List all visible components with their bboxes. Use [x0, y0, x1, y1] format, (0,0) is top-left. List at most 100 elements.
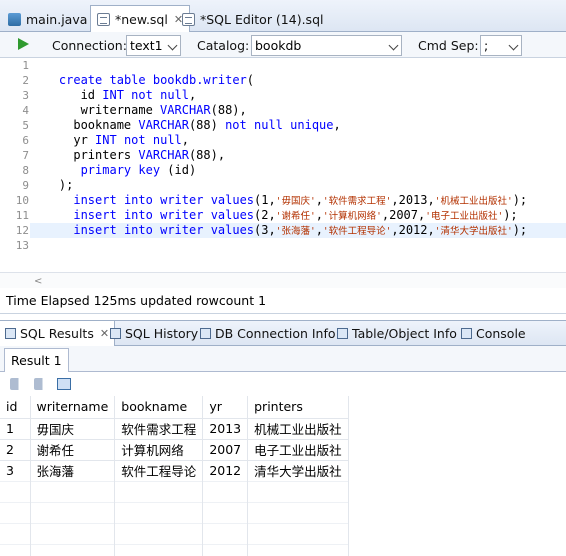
editor-tab-bar: main.java *new.sql ✕ *SQL Editor (14).sq…: [0, 0, 566, 33]
view-tab-bar: SQL Results ✕ SQL History DB Connection …: [0, 320, 566, 346]
connection-label: Connection:: [52, 38, 127, 53]
tab-label: DB Connection Info: [215, 326, 336, 341]
cmd-sep-value: ;: [484, 38, 489, 53]
horizontal-scrollbar[interactable]: <: [0, 272, 566, 288]
tab-db-connection-info[interactable]: DB Connection Info: [195, 321, 341, 346]
console-icon: [461, 328, 472, 339]
table-cell[interactable]: 计算机网络: [114, 438, 204, 460]
line-number: 1: [22, 59, 29, 72]
run-icon[interactable]: [18, 38, 29, 50]
catalog-value: bookdb: [255, 38, 302, 53]
chevron-down-icon: [167, 40, 178, 51]
line-number: 11: [15, 209, 29, 222]
line-gutter: 1 2 3 4 5 6 7 8 9 10 11 12 13: [0, 58, 30, 272]
sql-file-icon: [182, 12, 195, 26]
connection-value: text1: [130, 38, 163, 53]
tab-label: *new.sql: [115, 12, 168, 27]
code-line[interactable]: create table bookdb.writer(: [30, 73, 566, 88]
import-icon[interactable]: [34, 378, 48, 390]
table-cell[interactable]: 毋国庆: [30, 417, 116, 439]
code-line[interactable]: [30, 58, 566, 73]
line-number: 3: [22, 89, 29, 102]
line-number: 4: [22, 104, 29, 117]
cmd-sep-select[interactable]: ;: [480, 35, 522, 56]
line-number: 8: [22, 164, 29, 177]
table-row[interactable]: 2 谢希任 计算机网络 2007 电子工业出版社: [0, 438, 349, 460]
chevron-left-icon[interactable]: <: [34, 276, 42, 287]
table-cell[interactable]: 1: [0, 417, 31, 439]
code-line[interactable]: printers VARCHAR(88),: [30, 148, 566, 163]
code-line[interactable]: id INT not null,: [30, 88, 566, 103]
sql-file-icon: [97, 13, 110, 26]
table-cell[interactable]: 机械工业出版社: [247, 417, 349, 439]
connection-select[interactable]: text1: [126, 35, 181, 56]
table-cell[interactable]: 清华大学出版社: [247, 459, 349, 481]
code-line[interactable]: primary key (id): [30, 163, 566, 178]
column-header[interactable]: id: [0, 396, 31, 418]
tab-label: Console: [476, 326, 526, 341]
code-line[interactable]: writername VARCHAR(88),: [30, 103, 566, 118]
table-cell[interactable]: 张海藩: [30, 459, 116, 481]
column-header[interactable]: bookname: [114, 396, 204, 418]
table-cell[interactable]: 2013: [202, 417, 249, 439]
status-message: Time Elapsed 125ms updated rowcount 1: [0, 288, 566, 314]
chevron-down-icon: [508, 40, 519, 51]
table-cell[interactable]: 软件工程导论: [114, 459, 204, 481]
tab-label: Table/Object Info: [352, 326, 457, 341]
empty-row: [0, 480, 349, 502]
table-cell[interactable]: 软件需求工程: [114, 417, 204, 439]
line-number: 10: [15, 194, 29, 207]
code-line[interactable]: insert into writer values(3,'张海藩','软件工程导…: [30, 223, 566, 238]
table-row[interactable]: 1 毋国庆 软件需求工程 2013 机械工业出版社: [0, 417, 349, 439]
empty-row: [0, 543, 349, 556]
sql-history-icon: [110, 328, 121, 339]
table-row[interactable]: 3 张海藩 软件工程导论 2012 清华大学出版社: [0, 459, 349, 481]
catalog-label: Catalog:: [197, 38, 250, 53]
table-cell[interactable]: 2012: [202, 459, 249, 481]
table-cell[interactable]: 2007: [202, 438, 249, 460]
grid-view-icon[interactable]: [57, 378, 71, 390]
line-number: 13: [15, 239, 29, 252]
table-cell[interactable]: 电子工业出版社: [247, 438, 349, 460]
table-object-icon: [337, 328, 348, 339]
export-icon[interactable]: [10, 378, 24, 390]
db-connection-icon: [200, 328, 211, 339]
empty-row: [0, 522, 349, 544]
line-number: 6: [22, 134, 29, 147]
code-line[interactable]: yr INT not null,: [30, 133, 566, 148]
results-grid[interactable]: id writername bookname yr printers 1 毋国庆…: [0, 396, 566, 556]
tab-result-1[interactable]: Result 1: [4, 348, 69, 372]
tab-sql-results[interactable]: SQL Results ✕: [0, 321, 116, 346]
sql-results-icon: [5, 328, 16, 339]
tab-label: SQL Results: [20, 326, 94, 341]
tab-label: *SQL Editor (14).sql: [200, 11, 324, 27]
table-cell[interactable]: 谢希任: [30, 438, 116, 460]
java-file-icon: [8, 12, 21, 26]
code-line[interactable]: );: [30, 178, 566, 193]
table-cell[interactable]: 3: [0, 459, 31, 481]
tab-console[interactable]: Console: [456, 321, 531, 346]
result-tab-bar: Result 1: [0, 346, 566, 372]
table-cell[interactable]: 2: [0, 438, 31, 460]
chevron-down-icon: [388, 40, 399, 51]
result-toolbar: [0, 372, 566, 396]
code-line[interactable]: insert into writer values(1,'毋国庆','软件需求工…: [30, 193, 566, 208]
column-header[interactable]: yr: [202, 396, 249, 418]
line-number: 9: [22, 179, 29, 192]
tab-sql-editor-14[interactable]: *SQL Editor (14).sql: [176, 6, 329, 32]
column-header[interactable]: printers: [247, 396, 349, 418]
code-editor[interactable]: 1 2 3 4 5 6 7 8 9 10 11 12 13 create tab…: [0, 58, 566, 288]
results-table: id writername bookname yr printers 1 毋国庆…: [0, 396, 349, 556]
code-line[interactable]: [30, 238, 566, 253]
line-number: 2: [22, 74, 29, 87]
code-line[interactable]: bookname VARCHAR(88) not null unique,: [30, 118, 566, 133]
tab-main-java[interactable]: main.java: [2, 6, 93, 32]
column-header[interactable]: writername: [30, 396, 116, 418]
catalog-select[interactable]: bookdb: [251, 35, 402, 56]
tab-table-object-info[interactable]: Table/Object Info: [332, 321, 462, 346]
tab-sql-history[interactable]: SQL History: [105, 321, 203, 346]
code-line[interactable]: insert into writer values(2,'谢希任','计算机网络…: [30, 208, 566, 223]
sql-toolbar: Connection: text1 Catalog: bookdb Cmd Se…: [0, 32, 566, 58]
line-number: 5: [22, 119, 29, 132]
tab-label: main.java: [26, 11, 88, 27]
